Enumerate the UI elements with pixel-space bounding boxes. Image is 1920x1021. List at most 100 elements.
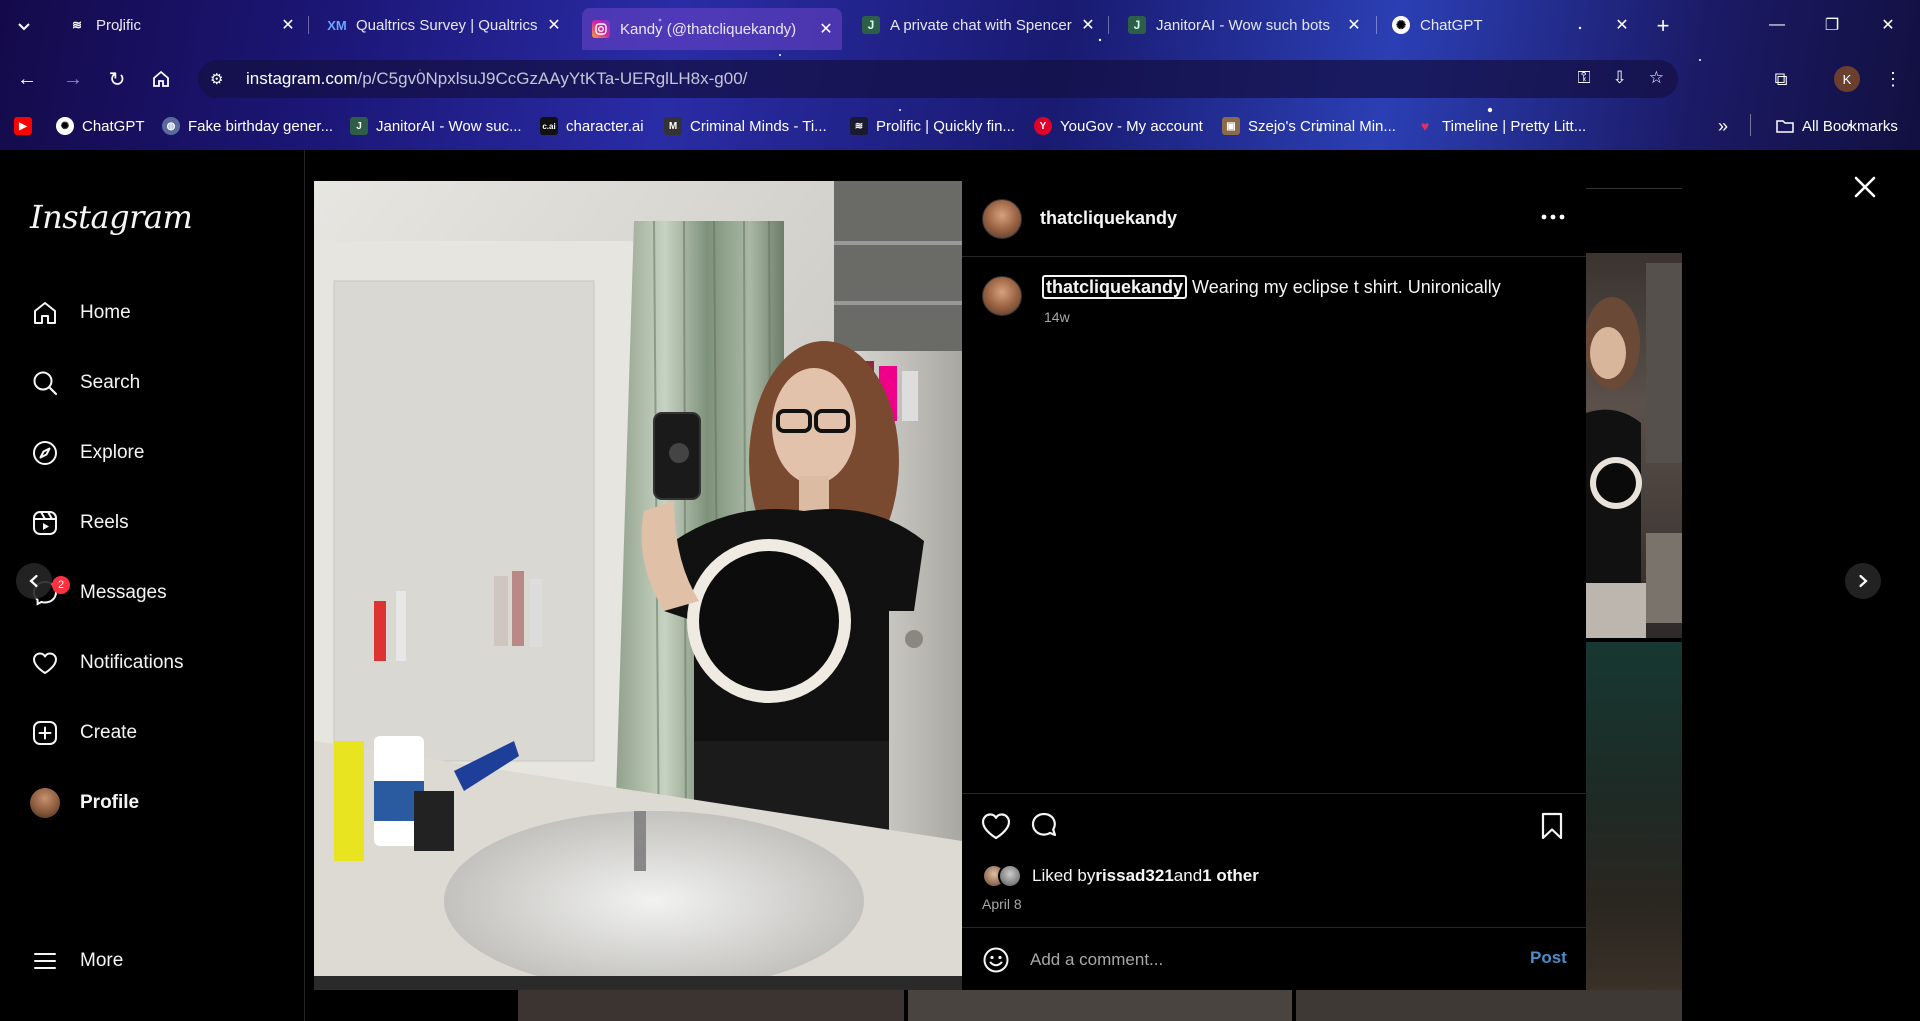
- bookmarks-divider: [1750, 114, 1751, 136]
- bookmark-janitorai[interactable]: J JanitorAI - Wow suc...: [350, 114, 522, 138]
- tab-qualtrics[interactable]: XM Qualtrics Survey | Qualtrics ✕: [318, 8, 570, 42]
- nav-search[interactable]: Search: [30, 363, 140, 403]
- bookmark-star-icon[interactable]: ☆: [1649, 68, 1664, 88]
- caption-username-link[interactable]: thatcliquekandy: [1042, 275, 1188, 299]
- profile-grid-thumbnail[interactable]: [1584, 253, 1682, 638]
- post-comment-button[interactable]: Post: [1530, 948, 1567, 968]
- criminalminds-icon: M: [664, 117, 682, 135]
- profile-grid-thumbnail[interactable]: [1296, 990, 1682, 1021]
- post-caption: thatcliquekandy Wearing my eclipse t shi…: [1042, 275, 1501, 299]
- close-icon[interactable]: ✕: [544, 15, 564, 35]
- bookmark-youtube[interactable]: ▶: [14, 114, 40, 138]
- previous-post-button[interactable]: [16, 563, 52, 599]
- comment-button[interactable]: [1028, 810, 1060, 842]
- comment-icon: [1031, 812, 1057, 837]
- prolific-icon: ≋: [850, 117, 868, 135]
- url-path: /p/C5gv0NpxlsuJ9CcGzAAyYtKTa-UERglLH8x-g…: [357, 69, 748, 88]
- bookmark-szejo[interactable]: ▣ Szejo's Criminal Min...: [1222, 114, 1396, 138]
- home-button[interactable]: [146, 64, 176, 94]
- url-text[interactable]: instagram.com/p/C5gv0NpxlsuJ9CcGzAAyYtKT…: [246, 69, 747, 89]
- bookmarks-overflow-button[interactable]: »: [1718, 114, 1728, 138]
- instagram-icon: [592, 20, 610, 38]
- reload-button[interactable]: ↻: [102, 64, 132, 94]
- folder-icon: [1776, 117, 1794, 135]
- bookmark-prolific[interactable]: ≋ Prolific | Quickly fin...: [850, 114, 1015, 138]
- heart-icon: [981, 813, 1011, 840]
- profile-avatar-button[interactable]: K: [1834, 66, 1860, 92]
- site-info-icon[interactable]: ⚙: [210, 70, 240, 88]
- nav-profile[interactable]: Profile: [30, 783, 139, 823]
- minimize-button[interactable]: —: [1757, 10, 1797, 40]
- tab-search-button[interactable]: [10, 12, 38, 40]
- post-author-username[interactable]: thatcliquekandy: [1040, 208, 1177, 229]
- comment-input[interactable]: [1030, 946, 1510, 974]
- nav-explore[interactable]: Explore: [30, 433, 144, 473]
- bookmark-yougov[interactable]: Y YouGov - My account: [1034, 114, 1203, 138]
- browser-menu-button[interactable]: ⋮: [1878, 64, 1908, 94]
- bookmark-chatgpt[interactable]: ✺ ChatGPT: [56, 114, 145, 138]
- url-host: instagram.com: [246, 69, 358, 88]
- nav-label: Messages: [80, 582, 167, 603]
- chatgpt-icon: ✺: [56, 117, 74, 135]
- close-icon: [1854, 176, 1876, 198]
- close-window-button[interactable]: ✕: [1868, 10, 1908, 40]
- bookmarks-bar: ▶ ✺ ChatGPT ◍ Fake birthday gener... J J…: [0, 112, 1920, 140]
- tab-private-chat[interactable]: J A private chat with Spencer ✕: [852, 8, 1104, 42]
- post-date[interactable]: April 8: [982, 896, 1022, 912]
- bookmark-criminal-minds[interactable]: M Criminal Minds - Ti...: [664, 114, 827, 138]
- back-button[interactable]: ←: [12, 64, 42, 94]
- forward-button[interactable]: →: [58, 64, 88, 94]
- tab-instagram[interactable]: Kandy (@thatcliquekandy) ✕: [582, 8, 842, 50]
- bookmark-fake-birthday[interactable]: ◍ Fake birthday gener...: [162, 114, 333, 138]
- nav-notifications[interactable]: Notifications: [30, 643, 184, 683]
- profile-grid-thumbnail[interactable]: [908, 990, 1292, 1021]
- characterai-icon: c.ai: [540, 117, 558, 135]
- grid-divider: [1586, 188, 1682, 189]
- nav-create[interactable]: Create: [30, 713, 137, 753]
- close-post-button[interactable]: [1848, 170, 1882, 204]
- next-post-button[interactable]: [1845, 563, 1881, 599]
- close-icon[interactable]: ✕: [278, 15, 298, 35]
- new-tab-button[interactable]: +: [1649, 12, 1677, 40]
- liked-by-user-link[interactable]: rissad321: [1095, 866, 1173, 886]
- close-icon[interactable]: ✕: [1344, 15, 1364, 35]
- reload-icon: ↻: [108, 68, 126, 91]
- all-bookmarks-button[interactable]: All Bookmarks: [1776, 114, 1898, 138]
- home-icon: [153, 70, 169, 87]
- nav-home[interactable]: Home: [30, 293, 131, 333]
- restore-button[interactable]: ❐: [1812, 10, 1852, 40]
- nav-label: Home: [80, 302, 131, 323]
- post-options-button[interactable]: [1538, 205, 1568, 229]
- liked-by-others-link[interactable]: 1 other: [1202, 866, 1259, 886]
- bookmark-characterai[interactable]: c.ai character.ai: [540, 114, 644, 138]
- caption-text: Wearing my eclipse t shirt. Unironically: [1187, 277, 1501, 297]
- close-icon[interactable]: ✕: [816, 19, 836, 39]
- tab-chatgpt[interactable]: ✺ ChatGPT ✕: [1382, 8, 1638, 42]
- tab-janitorai[interactable]: J JanitorAI - Wow such bots ✕: [1118, 8, 1370, 42]
- avatar[interactable]: [982, 276, 1022, 316]
- close-icon[interactable]: ✕: [1078, 15, 1098, 35]
- profile-grid-thumbnail[interactable]: [518, 990, 904, 1021]
- tab-prolific[interactable]: ≋ Prolific ✕: [58, 8, 304, 42]
- image-icon: ▣: [1222, 117, 1240, 135]
- profile-grid-thumbnail[interactable]: [1586, 642, 1682, 991]
- emoji-button[interactable]: [980, 944, 1012, 976]
- extensions-button[interactable]: ⧉: [1766, 64, 1796, 94]
- close-icon[interactable]: ✕: [1612, 15, 1632, 35]
- install-app-icon[interactable]: ⇩: [1613, 68, 1627, 88]
- plus-square-icon: [30, 718, 60, 748]
- password-key-icon[interactable]: ⚿: [1578, 68, 1591, 88]
- address-bar[interactable]: ⚙ instagram.com/p/C5gv0NpxlsuJ9CcGzAAyYt…: [198, 60, 1678, 98]
- nav-label: Search: [80, 372, 141, 393]
- bookmark-timeline[interactable]: ♥ Timeline | Pretty Litt...: [1416, 114, 1586, 138]
- browser-chrome: ≋ Prolific ✕ XM Qualtrics Survey | Qualt…: [0, 0, 1920, 150]
- nav-more[interactable]: More: [30, 941, 123, 981]
- save-button[interactable]: [1536, 810, 1568, 842]
- caption-timestamp[interactable]: 14w: [1044, 309, 1070, 325]
- avatar[interactable]: [982, 199, 1022, 239]
- bookmark-label: All Bookmarks: [1802, 117, 1898, 135]
- post-photo[interactable]: [314, 181, 962, 990]
- instagram-logo[interactable]: Instagram: [30, 198, 193, 236]
- like-button[interactable]: [980, 810, 1012, 842]
- nav-reels[interactable]: Reels: [30, 503, 129, 543]
